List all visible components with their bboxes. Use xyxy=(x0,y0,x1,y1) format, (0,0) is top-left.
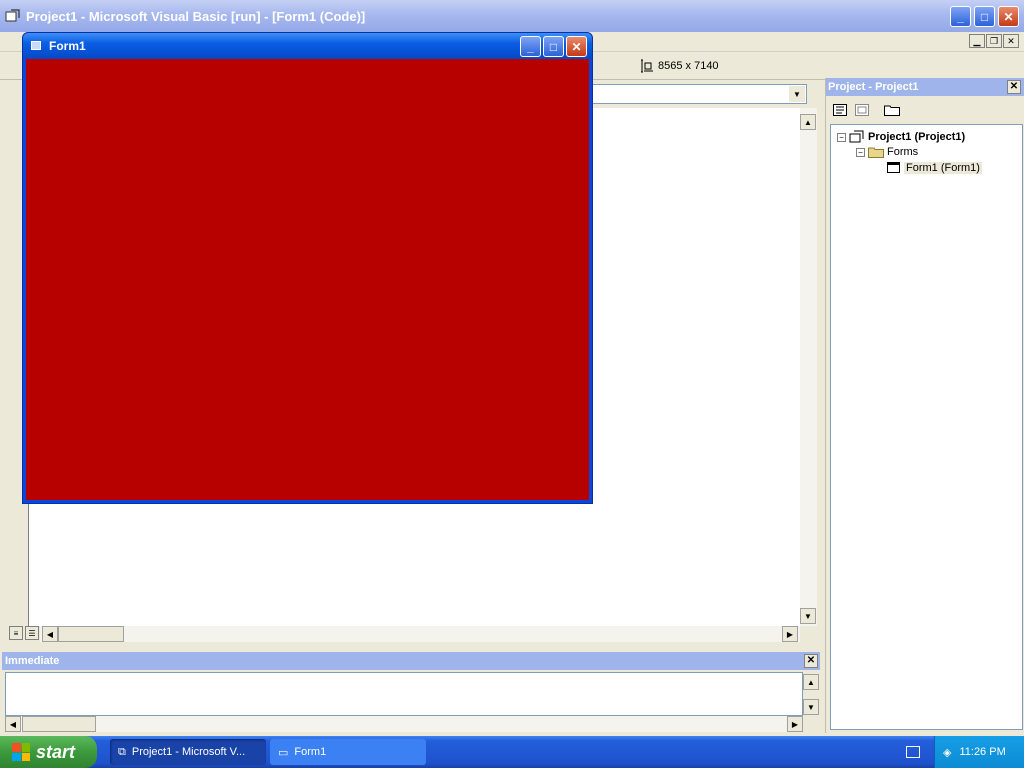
main-close-button[interactable]: ✕ xyxy=(998,6,1019,27)
start-button[interactable]: start xyxy=(0,736,97,768)
tree-item-label: Form1 (Form1) xyxy=(904,162,982,174)
view-object-icon[interactable] xyxy=(852,101,872,119)
vb-app-icon: ⧉ xyxy=(118,745,126,758)
horizontal-scroll-thumb[interactable] xyxy=(58,626,124,642)
form-icon[interactable] xyxy=(31,41,41,50)
taskbar-button-form1[interactable]: ▭ Form1 xyxy=(270,739,426,765)
main-minimize-button[interactable]: _ xyxy=(950,6,971,27)
windows-logo-icon xyxy=(12,743,30,761)
taskbar: start ⧉ Project1 - Microsoft V... ▭ Form… xyxy=(0,736,1024,768)
procedure-view-button[interactable]: ≡ xyxy=(9,626,23,640)
immediate-horizontal-scrollbar[interactable]: ◀ ▶ xyxy=(5,716,803,732)
immediate-input[interactable] xyxy=(5,672,803,716)
tree-item-label: Project1 (Project1) xyxy=(868,131,966,143)
taskbar-button-label: Project1 - Microsoft V... xyxy=(131,746,246,758)
mdi-restore-button[interactable]: ❐ xyxy=(986,34,1002,48)
immediate-window: Immediate ✕ ▲ ▼ ◀ ▶ xyxy=(0,650,825,733)
mdi-close-button[interactable]: ✕ xyxy=(1003,34,1019,48)
vb-app-icon[interactable] xyxy=(5,8,21,24)
code-vertical-scrollbar[interactable]: ▲ ▼ xyxy=(800,108,817,626)
scroll-down-button[interactable]: ▼ xyxy=(800,608,816,624)
scroll-up-button[interactable]: ▲ xyxy=(800,114,816,130)
toggle-folders-icon[interactable] xyxy=(882,101,902,119)
main-maximize-button[interactable]: □ xyxy=(974,6,995,27)
tree-item-forms[interactable]: − Forms xyxy=(856,146,918,158)
immediate-scroll-up-button[interactable]: ▲ xyxy=(803,674,819,690)
project-explorer-toolbar xyxy=(826,98,1024,122)
clock[interactable]: 11:26 PM xyxy=(959,746,1005,758)
project-explorer: Project - Project1 ✕ − Project1 (Project… xyxy=(825,78,1024,733)
view-code-icon[interactable] xyxy=(830,101,850,119)
system-tray: ◈ 11:26 PM xyxy=(934,736,1024,768)
immediate-title: Immediate xyxy=(5,655,60,667)
form1-client-area[interactable] xyxy=(26,59,589,500)
scroll-left-button[interactable]: ◀ xyxy=(42,626,58,642)
form-icon xyxy=(887,162,900,173)
form-close-button[interactable]: ✕ xyxy=(566,36,587,57)
immediate-scroll-left-button[interactable]: ◀ xyxy=(5,716,21,732)
form1-title-bar[interactable]: Form1 _ □ ✕ xyxy=(23,33,592,59)
folder-icon xyxy=(868,147,884,158)
scroll-right-button[interactable]: ▶ xyxy=(782,626,798,642)
project-explorer-close-button[interactable]: ✕ xyxy=(1007,80,1021,94)
immediate-scroll-thumb[interactable] xyxy=(22,716,96,732)
code-horizontal-scrollbar[interactable]: ◀ ▶ xyxy=(40,626,800,642)
form1-window[interactable]: Form1 _ □ ✕ xyxy=(22,32,593,504)
keyboard-icon[interactable] xyxy=(906,746,920,758)
collapse-icon[interactable]: − xyxy=(856,147,865,157)
immediate-close-button[interactable]: ✕ xyxy=(804,654,818,668)
chevron-down-icon[interactable]: ▼ xyxy=(789,86,805,102)
size-readout: 8565 x 7140 xyxy=(640,59,719,73)
project-explorer-title-bar[interactable]: Project - Project1 ✕ xyxy=(826,78,1024,96)
form-icon: ▭ xyxy=(278,746,289,759)
main-window-title: Project1 - Microsoft Visual Basic [run] … xyxy=(26,9,366,24)
network-icon[interactable]: ◈ xyxy=(943,746,951,759)
full-module-view-button[interactable]: ☰ xyxy=(25,626,39,640)
immediate-scroll-right-button[interactable]: ▶ xyxy=(787,716,803,732)
collapse-icon[interactable]: − xyxy=(837,132,846,142)
size-readout-text: 8565 x 7140 xyxy=(658,60,719,72)
tree-item-form1[interactable]: Form1 (Form1) xyxy=(887,162,982,174)
form1-title: Form1 xyxy=(49,39,86,53)
procedure-dropdown[interactable]: ▼ xyxy=(592,84,807,104)
project-tree: − Project1 (Project1) − Forms Form1 (For… xyxy=(830,124,1023,730)
mdi-minimize-button[interactable]: ▁ xyxy=(969,34,985,48)
taskbar-button-vb[interactable]: ⧉ Project1 - Microsoft V... xyxy=(110,739,266,765)
start-label: start xyxy=(36,741,76,762)
project-explorer-title: Project - Project1 xyxy=(828,81,919,93)
main-title-bar[interactable]: Project1 - Microsoft Visual Basic [run] … xyxy=(0,0,1024,32)
immediate-title-bar[interactable]: Immediate ✕ xyxy=(2,652,820,670)
tree-item-project1[interactable]: − Project1 (Project1) xyxy=(837,130,965,144)
project-icon xyxy=(849,130,864,143)
taskbar-button-label: Form1 xyxy=(294,746,327,758)
tree-item-label: Forms xyxy=(887,146,919,158)
size-icon xyxy=(641,59,653,73)
form-minimize-button[interactable]: _ xyxy=(520,36,541,57)
immediate-scroll-down-button[interactable]: ▼ xyxy=(803,699,819,715)
form-maximize-button[interactable]: □ xyxy=(543,36,564,57)
